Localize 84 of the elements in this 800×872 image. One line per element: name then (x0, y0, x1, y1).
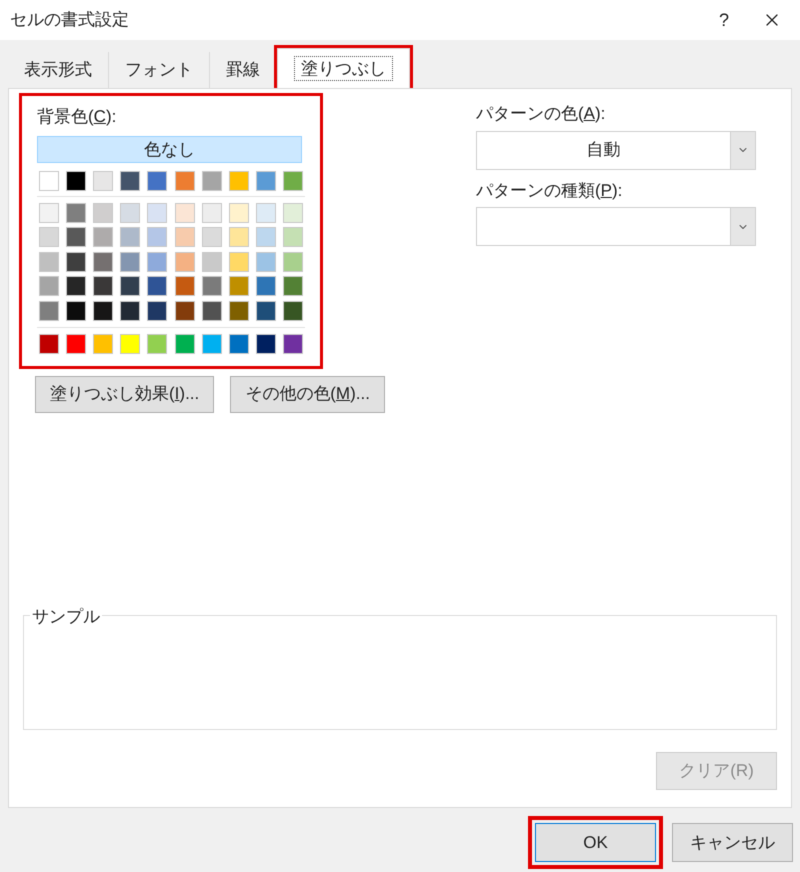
color-swatch[interactable] (256, 170, 276, 190)
color-swatch[interactable] (174, 227, 195, 247)
color-swatch[interactable] (66, 276, 86, 296)
color-swatch[interactable] (120, 252, 140, 272)
color-swatch[interactable] (228, 276, 249, 296)
color-swatch[interactable] (282, 227, 303, 247)
color-swatch[interactable] (39, 300, 59, 320)
color-swatch[interactable] (174, 252, 195, 272)
color-swatch[interactable] (66, 252, 86, 272)
color-swatch[interactable] (93, 227, 114, 247)
action-button[interactable]: その他の色(M)... (230, 376, 385, 412)
color-swatch[interactable] (120, 170, 140, 190)
color-swatch[interactable] (202, 252, 222, 272)
color-swatch[interactable] (147, 300, 168, 320)
color-swatch[interactable] (282, 334, 303, 354)
color-swatch[interactable] (66, 170, 86, 190)
color-swatch[interactable] (202, 170, 222, 190)
color-swatch[interactable] (282, 170, 303, 190)
color-swatch[interactable] (120, 276, 140, 296)
color-swatch[interactable] (120, 202, 140, 222)
color-swatch[interactable] (282, 252, 303, 272)
color-swatch[interactable] (202, 300, 222, 320)
color-swatch[interactable] (202, 276, 222, 296)
pattern-style-label: パターンの種類(P): (476, 180, 624, 202)
color-swatch[interactable] (174, 202, 195, 222)
color-swatch[interactable] (174, 276, 195, 296)
color-swatch[interactable] (147, 170, 168, 190)
color-swatch[interactable] (174, 170, 195, 190)
no-color-button[interactable]: 色なし (37, 136, 302, 162)
color-swatch[interactable] (282, 276, 303, 296)
color-swatch[interactable] (147, 252, 168, 272)
color-swatch[interactable] (147, 202, 168, 222)
color-swatch[interactable] (39, 334, 59, 354)
help-button[interactable]: ? (704, 0, 744, 40)
color-swatch[interactable] (93, 202, 114, 222)
color-swatch[interactable] (147, 276, 168, 296)
pattern-color-label: パターンの色(A): (476, 103, 606, 125)
color-swatch[interactable] (228, 170, 249, 190)
color-swatch[interactable] (202, 227, 222, 247)
color-swatch[interactable] (228, 202, 249, 222)
color-swatch[interactable] (256, 202, 276, 222)
color-swatch[interactable] (256, 334, 276, 354)
color-swatch[interactable] (228, 300, 249, 320)
color-swatch[interactable] (93, 276, 114, 296)
color-swatch[interactable] (174, 300, 195, 320)
color-swatch[interactable] (256, 252, 276, 272)
color-swatch[interactable] (93, 334, 114, 354)
color-swatch[interactable] (39, 276, 59, 296)
pattern-color-dropdown[interactable]: 自動 (476, 130, 756, 170)
color-swatch[interactable] (174, 334, 195, 354)
window-title: セルの書式設定 (10, 9, 130, 32)
color-swatch[interactable] (256, 276, 276, 296)
color-swatch[interactable] (202, 334, 222, 354)
color-swatch[interactable] (66, 334, 86, 354)
action-button[interactable]: 塗りつぶし効果(I)... (35, 376, 214, 412)
color-swatch[interactable] (228, 227, 249, 247)
color-swatch[interactable] (256, 227, 276, 247)
color-swatch[interactable] (228, 252, 249, 272)
color-swatch[interactable] (39, 170, 59, 190)
color-swatch[interactable] (282, 300, 303, 320)
background-color-label: 背景色(C): (37, 106, 118, 128)
color-swatch[interactable] (93, 300, 114, 320)
color-swatch[interactable] (66, 202, 86, 222)
pattern-style-dropdown[interactable] (476, 207, 756, 246)
color-swatch[interactable] (202, 202, 222, 222)
color-swatch[interactable] (147, 334, 168, 354)
color-swatch[interactable] (66, 300, 86, 320)
color-swatch[interactable] (39, 227, 59, 247)
color-swatch[interactable] (66, 227, 86, 247)
color-swatch[interactable] (39, 252, 59, 272)
color-swatch[interactable] (147, 227, 168, 247)
color-swatch[interactable] (93, 170, 114, 190)
color-swatch[interactable] (228, 334, 249, 354)
color-swatch[interactable] (282, 202, 303, 222)
dropdown-value: 自動 (586, 139, 620, 162)
tab[interactable]: 塗りつぶし (277, 48, 410, 88)
color-swatch[interactable] (39, 202, 59, 222)
dialog-button[interactable]: キャンセル (672, 823, 793, 862)
dialog-button[interactable]: OK (535, 823, 656, 862)
color-swatch[interactable] (120, 227, 140, 247)
color-swatch[interactable] (93, 252, 114, 272)
color-swatch[interactable] (120, 300, 140, 320)
color-swatch[interactable] (256, 300, 276, 320)
color-swatch[interactable] (120, 334, 140, 354)
